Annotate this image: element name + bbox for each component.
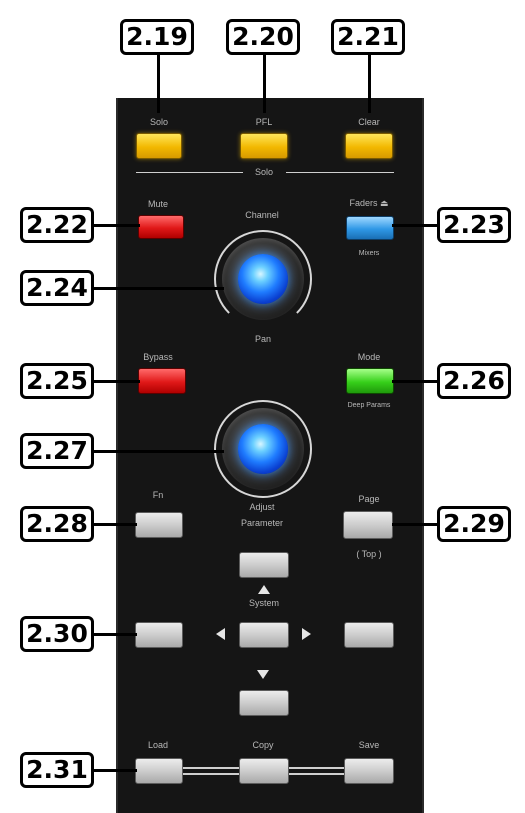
arrow-up-icon bbox=[258, 585, 270, 594]
callout-229-line bbox=[392, 523, 437, 526]
callout-223-line bbox=[392, 224, 437, 227]
load-button[interactable] bbox=[135, 758, 183, 784]
callout-2-25: 2.25 bbox=[20, 363, 94, 399]
callout-2-29: 2.29 bbox=[437, 506, 511, 542]
nav-down-button[interactable] bbox=[239, 690, 289, 716]
copy-save-link-bottom bbox=[289, 773, 344, 775]
copy-save-link-top bbox=[289, 767, 344, 769]
page-button-label: Page bbox=[358, 494, 380, 504]
mute-button[interactable] bbox=[138, 215, 184, 239]
bypass-button[interactable] bbox=[138, 368, 186, 394]
channel-pan-knob-light bbox=[238, 254, 288, 304]
adjust-parameter-knob-light bbox=[238, 424, 288, 474]
mode-button-label: Mode bbox=[357, 352, 381, 362]
clear-button-label: Clear bbox=[358, 117, 380, 127]
channel-knob-label: Channel bbox=[245, 210, 279, 220]
callout-231-line bbox=[94, 769, 137, 772]
nav-up-button[interactable] bbox=[239, 552, 289, 578]
load-copy-link-bottom bbox=[183, 773, 239, 775]
arrow-left-icon bbox=[216, 628, 225, 640]
pfl-button-label: PFL bbox=[255, 117, 273, 127]
callout-220-line bbox=[263, 55, 266, 113]
solo-group-label: Solo bbox=[254, 167, 274, 177]
callout-2-19: 2.19 bbox=[120, 19, 194, 55]
nav-left-button[interactable] bbox=[135, 622, 183, 648]
callout-2-20: 2.20 bbox=[226, 19, 300, 55]
callout-224-line bbox=[94, 287, 224, 290]
copy-button-label: Copy bbox=[252, 740, 274, 750]
arrow-right-icon bbox=[302, 628, 311, 640]
parameter-label: Parameter bbox=[240, 518, 284, 528]
bypass-button-label: Bypass bbox=[143, 352, 173, 362]
page-button[interactable] bbox=[343, 511, 393, 539]
solo-group-divider-left bbox=[136, 172, 243, 173]
system-label: System bbox=[248, 598, 280, 608]
faders-button[interactable] bbox=[346, 216, 394, 240]
callout-2-30: 2.30 bbox=[20, 616, 94, 652]
load-button-label: Load bbox=[147, 740, 169, 750]
callout-225-line bbox=[94, 380, 140, 383]
solo-button-label: Solo bbox=[149, 117, 169, 127]
copy-button[interactable] bbox=[239, 758, 289, 784]
callout-2-24: 2.24 bbox=[20, 270, 94, 306]
callout-2-28: 2.28 bbox=[20, 506, 94, 542]
callout-226-line bbox=[392, 380, 437, 383]
load-copy-link-top bbox=[183, 767, 239, 769]
save-button[interactable] bbox=[344, 758, 394, 784]
system-button[interactable] bbox=[239, 622, 289, 648]
mode-button-sublabel: Deep Params bbox=[347, 402, 391, 409]
mode-button[interactable] bbox=[346, 368, 394, 394]
save-button-label: Save bbox=[358, 740, 380, 750]
arrow-down-icon bbox=[257, 670, 269, 679]
callout-219-line bbox=[157, 55, 160, 113]
callout-2-27: 2.27 bbox=[20, 433, 94, 469]
nav-right-button[interactable] bbox=[344, 622, 394, 648]
faders-button-label: Faders ⏏ bbox=[349, 198, 389, 208]
callout-227-line bbox=[94, 450, 224, 453]
callout-221-line bbox=[368, 55, 371, 113]
callout-2-21: 2.21 bbox=[331, 19, 405, 55]
adjust-label: Adjust bbox=[249, 502, 275, 512]
pan-knob-label: Pan bbox=[254, 334, 272, 344]
solo-group-divider-right bbox=[286, 172, 394, 173]
callout-2-22: 2.22 bbox=[20, 207, 94, 243]
callout-2-26: 2.26 bbox=[437, 363, 511, 399]
callout-2-23: 2.23 bbox=[437, 207, 511, 243]
callout-222-line bbox=[94, 224, 140, 227]
mute-button-label: Mute bbox=[147, 199, 169, 209]
clear-button[interactable] bbox=[345, 133, 393, 159]
callout-228-line bbox=[94, 523, 137, 526]
fn-button[interactable] bbox=[135, 512, 183, 538]
callout-230-line bbox=[94, 633, 137, 636]
pfl-button[interactable] bbox=[240, 133, 288, 159]
callout-2-31: 2.31 bbox=[20, 752, 94, 788]
faders-button-sublabel: Mixers bbox=[358, 250, 380, 257]
solo-button[interactable] bbox=[136, 133, 182, 159]
page-button-sublabel: ( Top ) bbox=[356, 549, 382, 559]
fn-button-label: Fn bbox=[152, 490, 164, 500]
